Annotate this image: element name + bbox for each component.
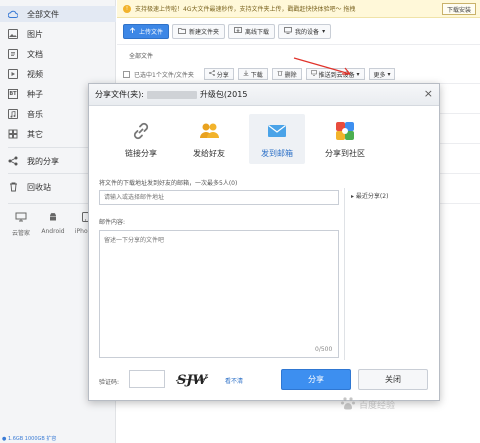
share-button[interactable]: 分享 — [281, 369, 351, 390]
divider — [117, 44, 480, 45]
more-button[interactable]: 更多 ▾ — [368, 68, 396, 80]
baidu-paw-icon — [340, 395, 356, 414]
app: 全部文件 图片 文档 视频 BT 种子 音乐 其它 我的分享 回收站 云管家 A… — [0, 0, 480, 443]
bt-icon: BT — [8, 89, 18, 99]
recent-shares-toggle[interactable]: ▸ 最近分享(2) — [351, 193, 388, 200]
sidebar-item-label: 全部文件 — [27, 9, 59, 19]
sidebar-item-images[interactable]: 图片 — [8, 26, 114, 42]
notice-text: 支持极速上传啦！4G大文件最速秒传，支持文件夹上传，戳戳赶快快体验吧～ 拖拽 — [135, 6, 356, 13]
device-cloud-manager[interactable]: 云管家 — [8, 212, 34, 237]
sidebar-item-video[interactable]: 视频 — [8, 66, 114, 82]
content-label: 邮件内容: — [99, 219, 126, 226]
address-label: 将文件的下载地址发到好友的邮箱，一次最多5人(0) — [99, 180, 238, 187]
captcha-input[interactable] — [129, 370, 165, 388]
upload-icon — [129, 27, 136, 36]
sidebar-item-label: 其它 — [27, 129, 43, 139]
community-icon — [336, 121, 354, 140]
captcha-image[interactable]: SJW — [175, 369, 209, 389]
info-icon: ! — [123, 4, 131, 13]
redacted-filename — [146, 90, 197, 99]
music-icon — [8, 109, 18, 119]
selection-count: 已选中1个文件/文件夹 — [134, 71, 194, 79]
sidebar-item-label: 音乐 — [27, 109, 43, 119]
sidebar-item-all-files[interactable]: 全部文件 — [0, 6, 116, 22]
share-dialog: 分享文件(夹): 升级包(2015 × 链接分享 发给好友 发到邮箱 分享到社区… — [88, 83, 440, 401]
email-icon — [268, 124, 286, 137]
folder-icon — [178, 27, 186, 36]
notice-bar: ! 支持极速上传啦！4G大文件最速秒传，支持文件夹上传，戳戳赶快快体验吧～ 拖拽… — [117, 0, 480, 18]
download-action-button[interactable]: 下载 — [237, 68, 268, 80]
download-install-button[interactable]: 下载安装 — [441, 3, 476, 15]
share-icon — [8, 156, 18, 166]
android-icon — [48, 212, 58, 225]
sidebar-item-label: 图片 — [27, 29, 43, 39]
chevron-down-icon: ▾ — [322, 28, 326, 35]
sidebar-item-label: 种子 — [27, 89, 43, 99]
monitor-icon — [15, 212, 27, 225]
image-icon — [8, 29, 18, 39]
tab-share-to-community[interactable]: 分享到社区 — [317, 114, 373, 164]
trash-icon — [8, 182, 18, 192]
sidebar-item-label: 我的分享 — [27, 156, 59, 166]
share-method-tabs: 链接分享 发给好友 发到邮箱 分享到社区 — [113, 114, 373, 164]
upload-button[interactable]: 上传文件 — [123, 24, 170, 39]
share-icon — [208, 70, 215, 78]
tab-link-share[interactable]: 链接分享 — [113, 114, 169, 164]
captcha-refresh-link[interactable]: 看不清 — [225, 376, 243, 385]
captcha-text: SJW — [177, 373, 209, 388]
tab-send-to-friends[interactable]: 发给好友 — [181, 114, 237, 164]
toolbar: 上传文件 新建文件夹 离线下载 我的设备 ▾ — [123, 24, 332, 39]
device-icon — [284, 27, 292, 36]
char-counter: 0/500 — [315, 346, 333, 353]
storage-quota[interactable]: ● 1.6GB 1000GB 扩容 — [0, 434, 116, 443]
device-label: Android — [41, 228, 65, 235]
share-action-button[interactable]: 分享 — [203, 68, 234, 80]
video-icon — [8, 69, 18, 79]
watermark: 百度经验 — [340, 392, 476, 416]
cloud-icon — [8, 9, 18, 19]
device-list: 云管家 Android iPhone — [8, 212, 98, 237]
dialog-title: 分享文件(夹): 升级包(2015 — [89, 84, 439, 106]
watermark-text: 百度经验 — [359, 400, 396, 411]
download-icon — [243, 70, 249, 78]
select-all-checkbox[interactable] — [123, 70, 130, 78]
sidebar-item-documents[interactable]: 文档 — [8, 46, 114, 62]
my-devices-button[interactable]: 我的设备 ▾ — [278, 24, 332, 39]
sidebar-item-label: 回收站 — [27, 182, 51, 192]
other-icon — [8, 129, 18, 139]
close-button[interactable]: 关闭 — [358, 369, 428, 390]
link-icon — [133, 122, 149, 139]
friends-icon — [200, 123, 219, 138]
recent-shares: ▸ 最近分享(2) — [344, 188, 434, 360]
email-address-input[interactable] — [99, 190, 339, 205]
offline-download-button[interactable]: 离线下载 — [228, 24, 276, 39]
sidebar-item-label: 文档 — [27, 49, 43, 59]
offline-download-icon — [234, 27, 242, 36]
trash-icon — [277, 70, 283, 78]
document-icon — [8, 49, 18, 59]
annotation-arrow-icon — [293, 57, 351, 75]
tab-send-to-email[interactable]: 发到邮箱 — [249, 114, 305, 164]
new-folder-button[interactable]: 新建文件夹 — [172, 24, 226, 39]
device-label: 云管家 — [11, 230, 30, 237]
breadcrumb[interactable]: 全部文件 — [129, 51, 153, 60]
chevron-down-icon: ▾ — [387, 70, 391, 78]
device-android[interactable]: Android — [40, 212, 66, 237]
close-icon[interactable]: × — [424, 88, 433, 100]
captcha-label: 验证码: — [99, 379, 120, 386]
email-content-textarea[interactable] — [99, 230, 339, 358]
sidebar-item-label: 视频 — [27, 69, 43, 79]
